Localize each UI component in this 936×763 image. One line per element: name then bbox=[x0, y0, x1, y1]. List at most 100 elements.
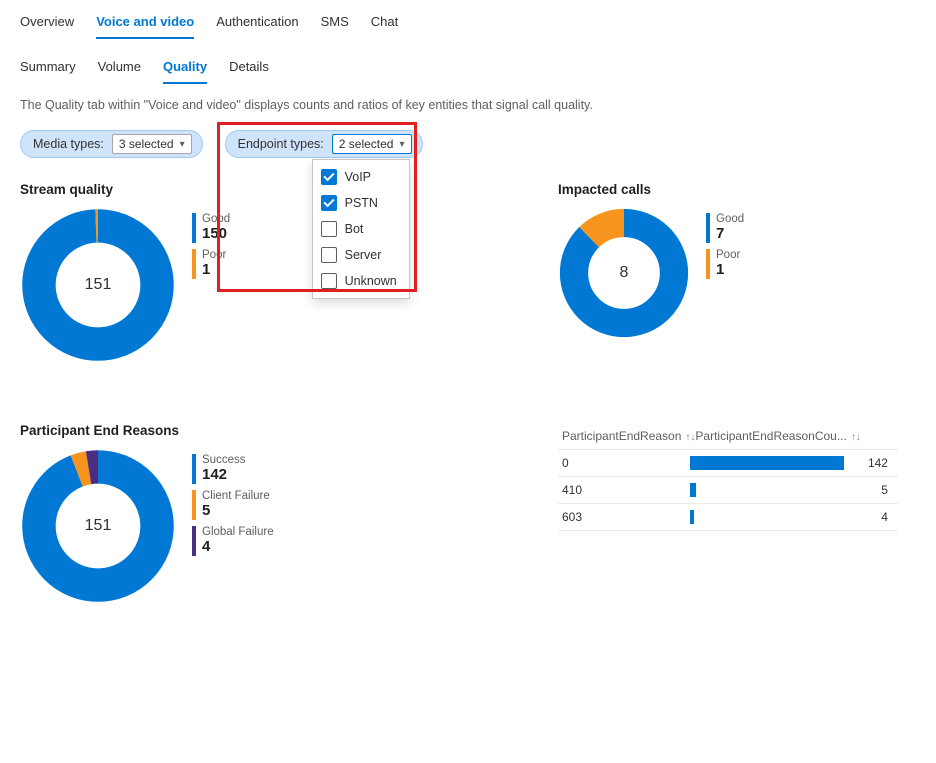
cell-reason: 410 bbox=[562, 483, 690, 497]
donut-impacted-calls: 8 bbox=[558, 207, 690, 339]
filter-media-label: Media types: bbox=[33, 137, 104, 151]
panel-title: Impacted calls bbox=[558, 182, 916, 197]
subtab-details[interactable]: Details bbox=[229, 53, 269, 84]
subtab-summary[interactable]: Summary bbox=[20, 53, 76, 84]
column-header-count[interactable]: ParticipantEndReasonCou...↑↓ bbox=[695, 429, 894, 443]
checkbox-icon bbox=[321, 221, 337, 237]
chevron-down-icon: ▾ bbox=[399, 139, 404, 150]
tab-sms[interactable]: SMS bbox=[321, 8, 349, 39]
dropdown-option-pstn[interactable]: PSTN bbox=[313, 190, 409, 216]
table-row[interactable]: 410 5 bbox=[558, 477, 898, 504]
tab-chat[interactable]: Chat bbox=[371, 8, 398, 39]
tab-authentication[interactable]: Authentication bbox=[216, 8, 298, 39]
legend-item: Success 142 bbox=[192, 454, 274, 484]
legend-swatch bbox=[192, 526, 196, 556]
subtab-quality[interactable]: Quality bbox=[163, 53, 207, 84]
donut-center-value: 151 bbox=[20, 448, 176, 604]
cell-reason: 0 bbox=[562, 456, 690, 470]
page-description: The Quality tab within "Voice and video"… bbox=[20, 98, 916, 112]
legend-label: Poor bbox=[716, 249, 740, 262]
top-tabbar: Overview Voice and video Authentication … bbox=[20, 8, 916, 39]
legend-label: Client Failure bbox=[202, 490, 270, 503]
legend-label: Success bbox=[202, 454, 245, 467]
panel-title: Participant End Reasons bbox=[20, 423, 378, 438]
legend-value: 1 bbox=[202, 262, 226, 279]
checkbox-icon bbox=[321, 195, 337, 211]
tab-voice-and-video[interactable]: Voice and video bbox=[96, 8, 194, 39]
bar-cell bbox=[690, 456, 844, 470]
subtab-volume[interactable]: Volume bbox=[98, 53, 141, 84]
panel-participant-end-reasons: Participant End Reasons 151 Success 142 bbox=[20, 423, 378, 604]
dropdown-option-bot[interactable]: Bot bbox=[313, 216, 409, 242]
legend-item: Global Failure 4 bbox=[192, 526, 274, 556]
cell-reason: 603 bbox=[562, 510, 690, 524]
sort-icon: ↑↓ bbox=[851, 432, 861, 443]
checkbox-icon bbox=[321, 247, 337, 263]
legend-value: 5 bbox=[202, 503, 270, 520]
legend-value: 1 bbox=[716, 262, 740, 279]
bar-cell bbox=[690, 483, 844, 497]
donut-end-reasons: 151 bbox=[20, 448, 176, 604]
donut-center-value: 8 bbox=[558, 207, 690, 339]
dropdown-option-label: PSTN bbox=[345, 196, 378, 210]
chevron-down-icon: ▾ bbox=[180, 139, 185, 150]
dropdown-option-label: Unknown bbox=[345, 274, 397, 288]
dropdown-option-label: Server bbox=[345, 248, 382, 262]
filter-endpoint-value: 2 selected bbox=[339, 137, 394, 151]
legend-swatch bbox=[706, 249, 710, 279]
tab-overview[interactable]: Overview bbox=[20, 8, 74, 39]
legend-value: 150 bbox=[202, 226, 230, 243]
checkbox-icon bbox=[321, 169, 337, 185]
checkbox-icon bbox=[321, 273, 337, 289]
table-header-row: ParticipantEndReason↑↓ ParticipantEndRea… bbox=[558, 423, 898, 450]
end-reason-table: ParticipantEndReason↑↓ ParticipantEndRea… bbox=[558, 423, 898, 531]
filter-media-value: 3 selected bbox=[119, 137, 174, 151]
legend-impacted-calls: Good 7 Poor 1 bbox=[706, 207, 744, 279]
legend-value: 7 bbox=[716, 226, 744, 243]
endpoint-dropdown: VoIP PSTN Bot Server Unknown bbox=[312, 159, 410, 299]
dropdown-option-server[interactable]: Server bbox=[313, 242, 409, 268]
legend-stream-quality: Good 150 Poor 1 bbox=[192, 207, 230, 279]
legend-value: 4 bbox=[202, 539, 274, 556]
legend-swatch bbox=[192, 490, 196, 520]
legend-label: Global Failure bbox=[202, 526, 274, 539]
panels-grid: Stream quality 151 Good 150 bbox=[20, 182, 916, 604]
dropdown-option-label: VoIP bbox=[345, 170, 371, 184]
legend-swatch bbox=[192, 454, 196, 484]
cell-count: 5 bbox=[844, 483, 894, 497]
legend-item: Good 150 bbox=[192, 213, 230, 243]
sub-tabbar: Summary Volume Quality Details bbox=[20, 53, 916, 84]
panel-impacted-calls: Impacted calls 8 Good 7 bbox=[558, 182, 916, 363]
dropdown-option-label: Bot bbox=[345, 222, 364, 236]
sort-icon: ↑↓ bbox=[685, 432, 695, 443]
legend-swatch bbox=[192, 249, 196, 279]
legend-label: Poor bbox=[202, 249, 226, 262]
filter-endpoint-types: Endpoint types: 2 selected ▾ VoIP PSTN B… bbox=[225, 130, 423, 158]
cell-count: 4 bbox=[844, 510, 894, 524]
column-header-reason[interactable]: ParticipantEndReason↑↓ bbox=[562, 429, 695, 443]
legend-swatch bbox=[192, 213, 196, 243]
donut-stream-quality: 151 bbox=[20, 207, 176, 363]
legend-swatch bbox=[706, 213, 710, 243]
filter-row: Media types: 3 selected ▾ Endpoint types… bbox=[20, 130, 916, 158]
filter-media-select[interactable]: 3 selected ▾ bbox=[112, 134, 192, 154]
legend-label: Good bbox=[716, 213, 744, 226]
filter-endpoint-select[interactable]: 2 selected ▾ bbox=[332, 134, 412, 154]
filter-media-types: Media types: 3 selected ▾ bbox=[20, 130, 203, 158]
dropdown-option-unknown[interactable]: Unknown bbox=[313, 268, 409, 294]
donut-center-value: 151 bbox=[20, 207, 176, 363]
table-row[interactable]: 603 4 bbox=[558, 504, 898, 531]
legend-value: 142 bbox=[202, 467, 245, 484]
legend-item: Poor 1 bbox=[706, 249, 744, 279]
dropdown-option-voip[interactable]: VoIP bbox=[313, 164, 409, 190]
legend-end-reasons: Success 142 Client Failure 5 Global Fail… bbox=[192, 448, 274, 556]
legend-label: Good bbox=[202, 213, 230, 226]
panel-end-reason-table: ParticipantEndReason↑↓ ParticipantEndRea… bbox=[558, 423, 916, 604]
table-row[interactable]: 0 142 bbox=[558, 450, 898, 477]
filter-endpoint-label: Endpoint types: bbox=[238, 137, 324, 151]
legend-item: Good 7 bbox=[706, 213, 744, 243]
cell-count: 142 bbox=[844, 456, 894, 470]
legend-item: Client Failure 5 bbox=[192, 490, 274, 520]
legend-item: Poor 1 bbox=[192, 249, 230, 279]
bar-cell bbox=[690, 510, 844, 524]
